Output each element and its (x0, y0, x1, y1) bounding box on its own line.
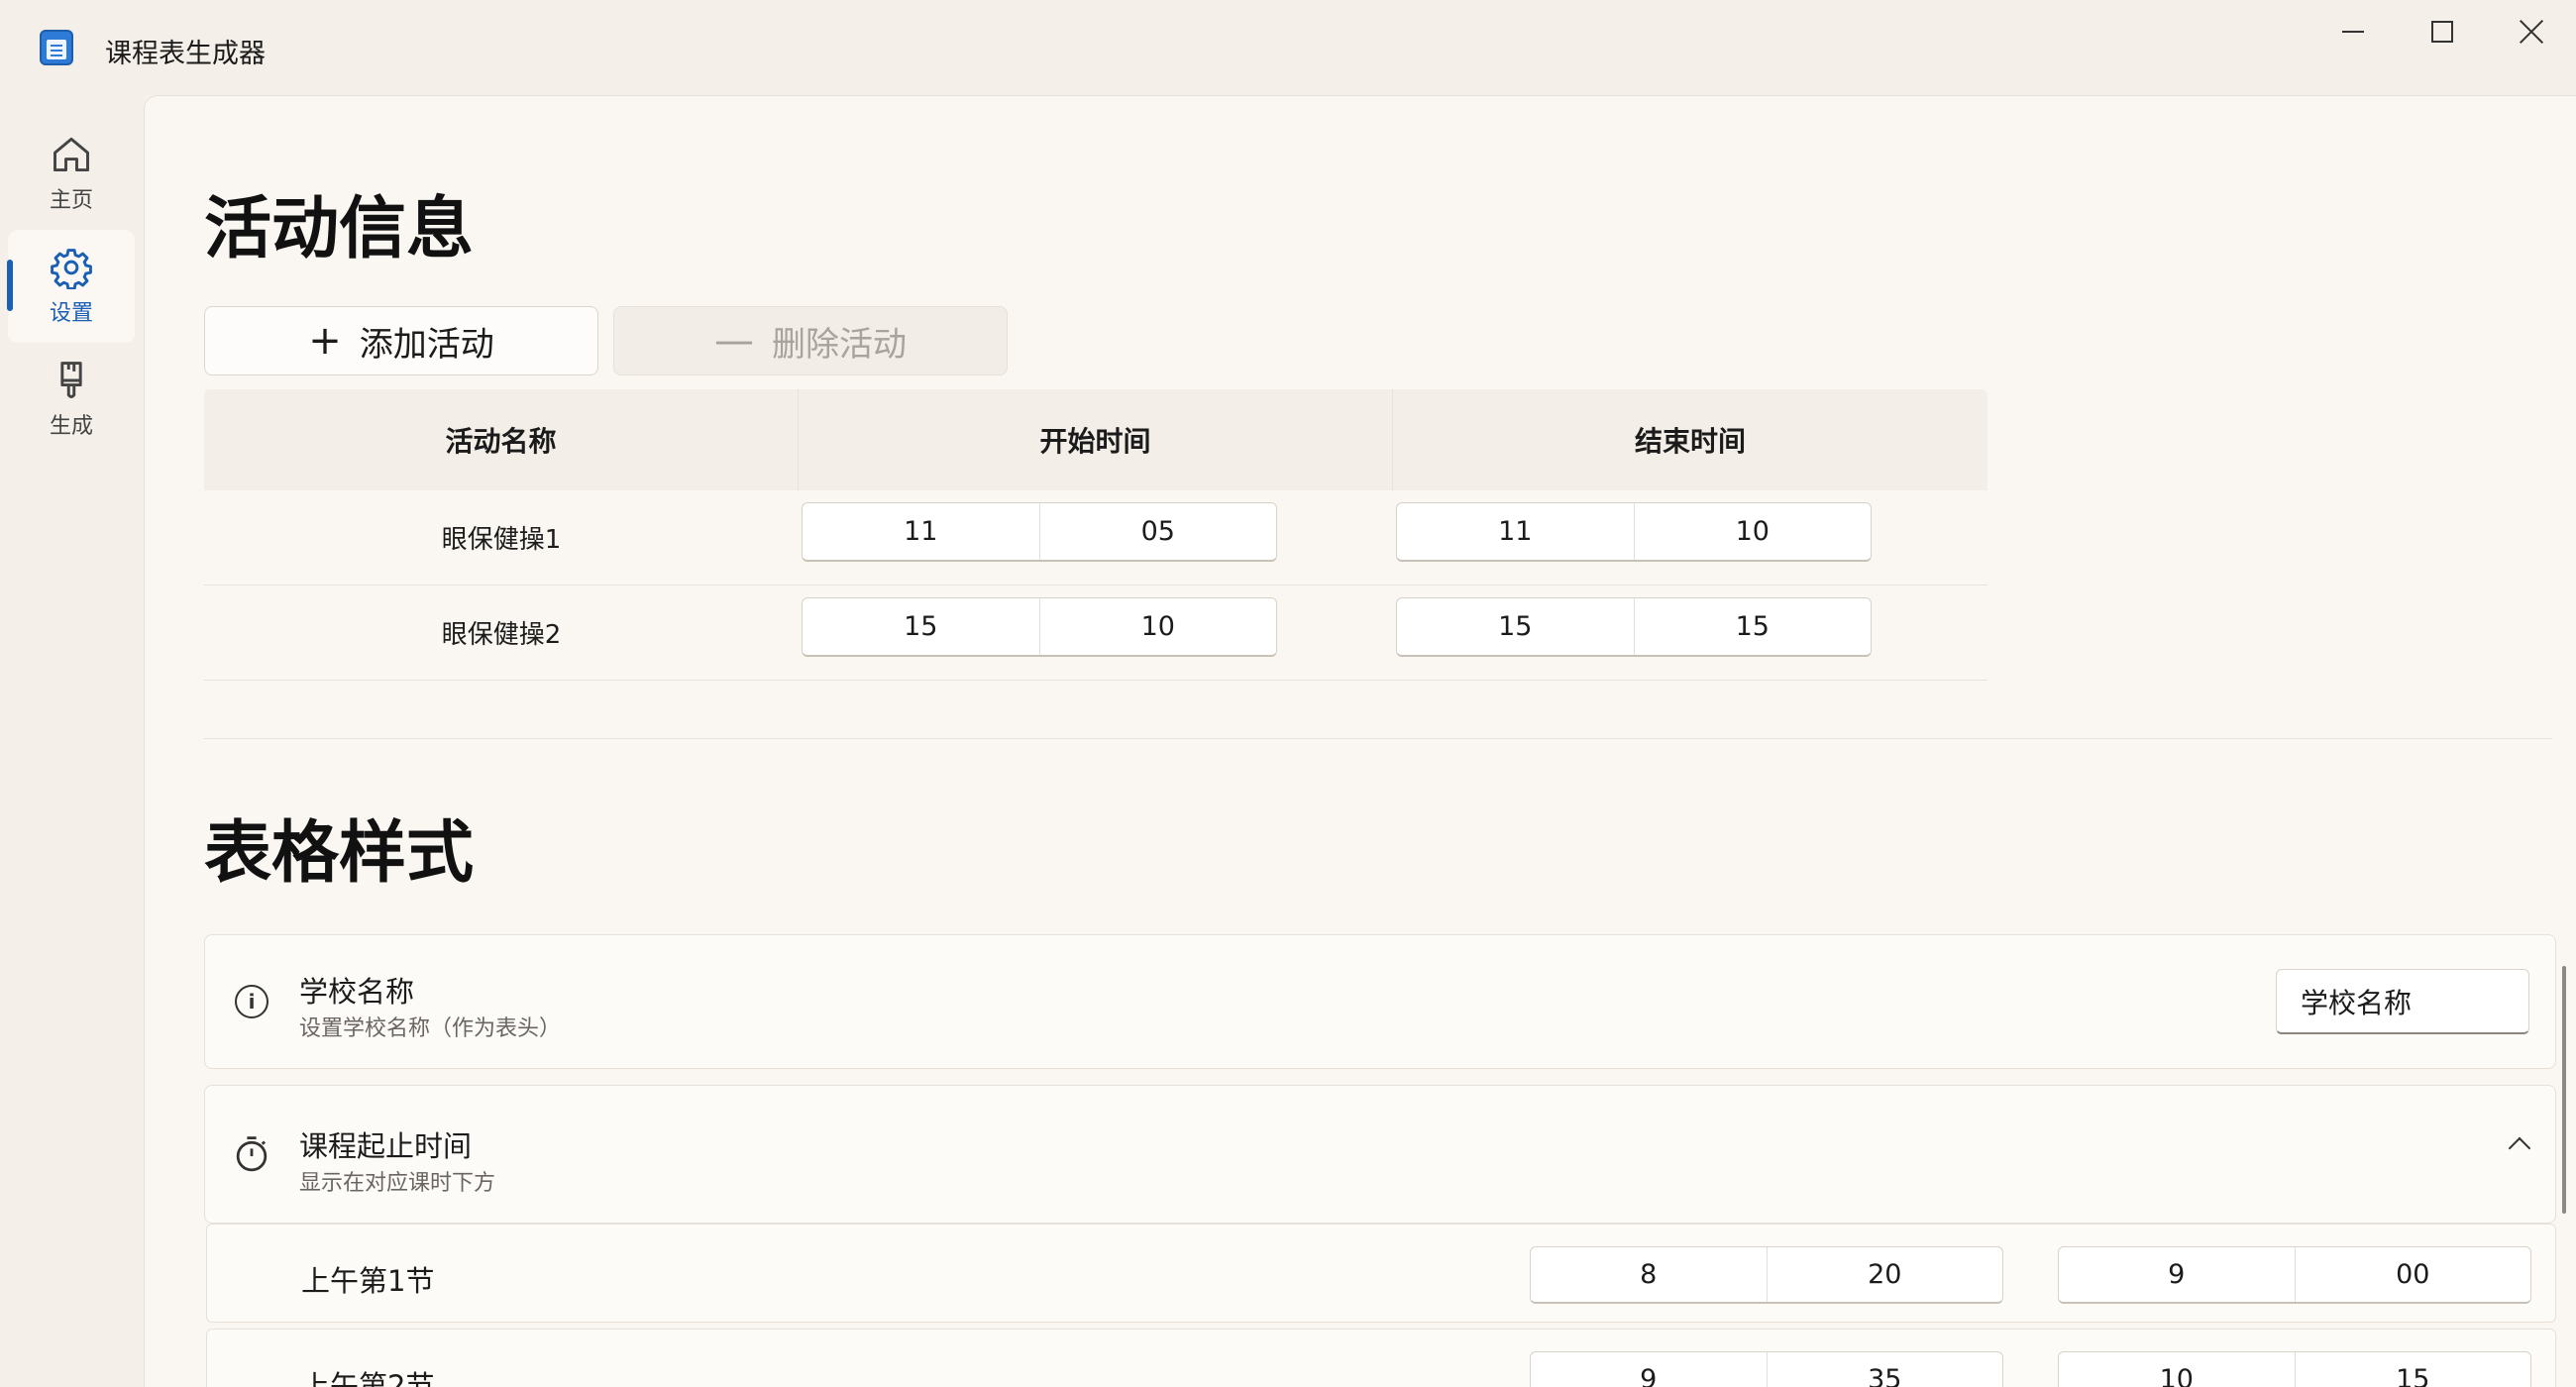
close-button[interactable] (2487, 0, 2576, 63)
hour-field[interactable]: 9 (2059, 1247, 2296, 1302)
style-heading: 表格样式 (204, 814, 475, 893)
column-header-start: 开始时间 (799, 389, 1393, 490)
minute-field[interactable]: 10 (1635, 503, 1872, 560)
app-title: 课程表生成器 (105, 39, 266, 69)
table-row[interactable]: 眼保健操1 11 05 11 10 (204, 490, 1987, 586)
close-icon (2519, 19, 2544, 45)
hour-field[interactable]: 11 (1397, 503, 1635, 560)
app-calendar-icon (40, 30, 73, 65)
delete-activity-label: 删除活动 (772, 324, 907, 365)
period-label: 上午第1节 (301, 1264, 435, 1298)
chevron-up-icon[interactable] (2508, 1136, 2531, 1160)
period-start-picker[interactable]: 8 20 (1530, 1246, 2003, 1304)
delete-activity-button[interactable]: — 删除活动 (613, 306, 1008, 375)
end-time-picker[interactable]: 15 15 (1396, 597, 1872, 657)
table-header: 活动名称 开始时间 结束时间 (204, 389, 1987, 490)
home-icon (54, 137, 89, 172)
nav-item-generate[interactable]: 生成 (8, 343, 135, 456)
period-label: 上午第2节 (301, 1369, 435, 1387)
gear-icon (51, 249, 92, 289)
period-end-picker[interactable]: 9 00 (2058, 1246, 2531, 1304)
end-time-picker[interactable]: 11 10 (1396, 502, 1872, 562)
hour-field[interactable]: 9 (1531, 1352, 1768, 1387)
minus-icon: — (714, 318, 754, 364)
timer-icon (236, 1136, 268, 1172)
minute-field[interactable]: 20 (1768, 1247, 2003, 1302)
activity-table: 活动名称 开始时间 结束时间 眼保健操1 11 05 11 10 眼保健操2 1… (204, 389, 1987, 681)
period-row: 上午第1节 8 20 ~ 9 00 (206, 1224, 2556, 1323)
nav-label-settings: 设置 (49, 301, 93, 326)
content-area: 活动信息 + 添加活动 — 删除活动 活动名称 开始时间 结束时间 眼保健操1 … (144, 95, 2576, 1387)
hour-field[interactable]: 8 (1531, 1247, 1768, 1302)
activity-name: 眼保健操1 (441, 525, 562, 555)
school-name-card: i 学校名称 设置学校名称（作为表头） 学校名称 (204, 934, 2556, 1069)
period-start-picker[interactable]: 9 35 (1530, 1351, 2003, 1387)
course-time-subtitle: 显示在对应课时下方 (299, 1171, 496, 1196)
minimize-button[interactable] (2308, 0, 2398, 63)
start-time-picker[interactable]: 15 10 (802, 597, 1277, 657)
period-row: 上午第2节 9 35 ~ 10 15 (206, 1329, 2556, 1387)
active-indicator (7, 260, 13, 311)
nav-item-settings[interactable]: 设置 (7, 230, 135, 343)
maximize-icon (2431, 21, 2453, 43)
add-activity-label: 添加活动 (359, 324, 494, 365)
maximize-button[interactable] (2398, 0, 2487, 63)
vertical-scrollbar[interactable] (2562, 966, 2566, 1214)
minute-field[interactable]: 15 (2296, 1352, 2531, 1387)
section-divider (204, 738, 2552, 739)
nav-label-generate: 生成 (49, 414, 93, 439)
school-name-subtitle: 设置学校名称（作为表头） (299, 1016, 562, 1041)
minimize-icon (2342, 31, 2364, 33)
course-time-card[interactable]: 课程起止时间 显示在对应课时下方 (204, 1085, 2556, 1224)
period-end-picker[interactable]: 10 15 (2058, 1351, 2531, 1387)
column-header-name: 活动名称 (204, 389, 799, 490)
school-name-title: 学校名称 (299, 975, 415, 1009)
hour-field[interactable]: 15 (803, 598, 1040, 655)
nav-item-home[interactable]: 主页 (8, 117, 135, 230)
column-header-end: 结束时间 (1634, 425, 1746, 458)
minute-field[interactable]: 15 (1635, 598, 1872, 655)
table-row[interactable]: 眼保健操2 15 10 15 15 (204, 586, 1987, 681)
hour-field[interactable]: 15 (1397, 598, 1635, 655)
add-activity-button[interactable]: + 添加活动 (204, 306, 598, 375)
hour-field[interactable]: 11 (803, 503, 1040, 560)
minute-field[interactable]: 35 (1768, 1352, 2003, 1387)
start-time-picker[interactable]: 11 05 (802, 502, 1277, 562)
course-time-title: 课程起止时间 (299, 1129, 473, 1163)
activity-name: 眼保健操2 (441, 620, 562, 650)
plus-icon: + (308, 318, 342, 364)
info-icon: i (235, 985, 268, 1018)
minute-field[interactable]: 10 (1040, 598, 1277, 655)
school-name-input[interactable]: 学校名称 (2276, 969, 2529, 1034)
nav-rail: 主页 设置 生成 (0, 95, 144, 1387)
hour-field[interactable]: 10 (2059, 1352, 2296, 1387)
title-bar: 课程表生成器 (0, 0, 2576, 95)
activity-heading: 活动信息 (204, 190, 475, 268)
brush-icon (60, 362, 82, 398)
minute-field[interactable]: 00 (2296, 1247, 2531, 1302)
nav-label-home: 主页 (49, 188, 93, 213)
minute-field[interactable]: 05 (1040, 503, 1277, 560)
